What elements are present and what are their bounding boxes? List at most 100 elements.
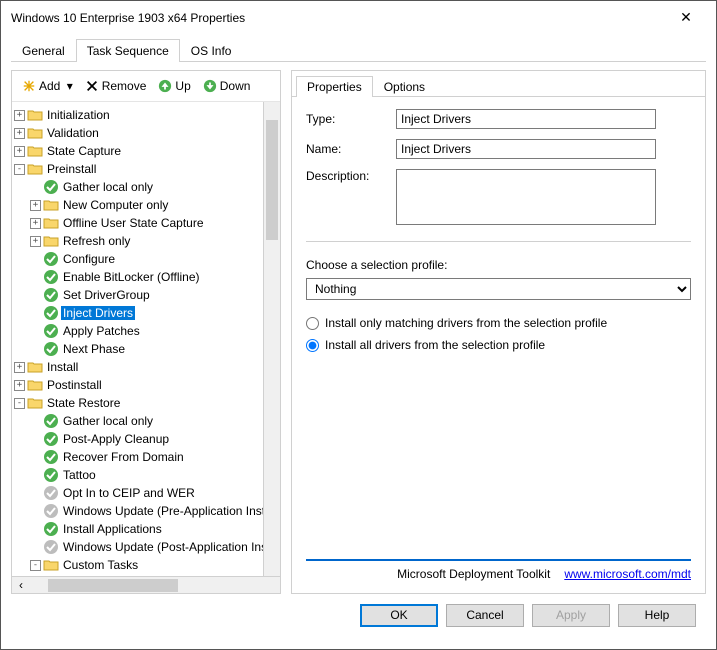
tree-item[interactable]: State Restore — [45, 396, 122, 410]
check-icon — [43, 431, 59, 447]
tree-item[interactable]: Install — [45, 360, 80, 374]
add-icon — [22, 79, 36, 93]
tree-item[interactable]: Install Applications — [61, 522, 164, 536]
radio-matching[interactable]: Install only matching drivers from the s… — [306, 316, 691, 330]
footer-link[interactable]: www.microsoft.com/mdt — [564, 567, 691, 581]
tree-item[interactable]: Recover From Domain — [61, 450, 186, 464]
tree-item[interactable]: Inject Drivers — [61, 306, 135, 320]
expand-icon[interactable]: + — [14, 362, 25, 373]
tree-item[interactable]: Custom Tasks — [61, 558, 140, 572]
expand-icon — [30, 182, 41, 193]
folder-icon — [43, 557, 59, 573]
expand-icon — [30, 290, 41, 301]
tree-item[interactable]: Gather local only — [61, 180, 155, 194]
toolbar: Add ▾ Remove Up Down — [12, 71, 280, 102]
check-icon — [43, 449, 59, 465]
tree-item[interactable]: Offline User State Capture — [61, 216, 206, 230]
window-title: Windows 10 Enterprise 1903 x64 Propertie… — [11, 11, 245, 25]
tree-view[interactable]: + Initialization + Validation + State Capture… — [12, 102, 280, 576]
selection-profile-label: Choose a selection profile: — [306, 258, 691, 272]
expand-icon — [30, 254, 41, 265]
close-icon[interactable]: ✕ — [666, 9, 706, 26]
expand-icon[interactable]: + — [30, 200, 41, 211]
tab-task-sequence[interactable]: Task Sequence — [76, 39, 180, 62]
expand-icon — [30, 542, 41, 553]
tree-item[interactable]: Post-Apply Cleanup — [61, 432, 171, 446]
tree-item[interactable]: Gather local only — [61, 414, 155, 428]
tree-item[interactable]: New Computer only — [61, 198, 170, 212]
cancel-button[interactable]: Cancel — [446, 604, 524, 627]
apply-button[interactable]: Apply — [532, 604, 610, 627]
folder-icon — [27, 107, 43, 123]
expand-icon[interactable]: - — [14, 164, 25, 175]
expand-icon[interactable]: - — [14, 398, 25, 409]
folder-icon — [27, 359, 43, 375]
tree-item[interactable]: Postinstall — [45, 378, 104, 392]
expand-icon — [30, 488, 41, 499]
tab-options[interactable]: Options — [373, 76, 436, 97]
tree-item[interactable]: Set DriverGroup — [61, 288, 152, 302]
expand-icon — [30, 434, 41, 445]
tree-item[interactable]: Windows Update (Pre-Application Inst — [61, 504, 267, 518]
vertical-scrollbar[interactable] — [263, 102, 280, 576]
tab-properties[interactable]: Properties — [296, 76, 373, 97]
check-icon — [43, 521, 59, 537]
gray-icon — [43, 503, 59, 519]
expand-icon — [30, 506, 41, 517]
tree-item[interactable]: Refresh only — [61, 234, 132, 248]
folder-icon — [43, 197, 59, 213]
remove-button[interactable]: Remove — [81, 77, 151, 95]
up-icon — [158, 79, 172, 93]
check-icon — [43, 179, 59, 195]
expand-icon[interactable]: + — [14, 146, 25, 157]
name-field[interactable] — [396, 139, 656, 159]
check-icon — [43, 467, 59, 483]
folder-icon — [27, 377, 43, 393]
tree-item[interactable]: State Capture — [45, 144, 123, 158]
main-tabs: General Task Sequence OS Info — [11, 38, 706, 62]
folder-icon — [43, 233, 59, 249]
expand-icon[interactable]: + — [30, 218, 41, 229]
down-button[interactable]: Down — [199, 77, 255, 95]
tab-os-info[interactable]: OS Info — [180, 39, 243, 62]
radio-all[interactable]: Install all drivers from the selection p… — [306, 338, 691, 352]
expand-icon[interactable]: - — [30, 560, 41, 571]
description-field[interactable] — [396, 169, 656, 225]
tree-item[interactable]: Enable BitLocker (Offline) — [61, 270, 202, 284]
up-button[interactable]: Up — [154, 77, 194, 95]
expand-icon — [30, 308, 41, 319]
tree-item[interactable]: Initialization — [45, 108, 112, 122]
expand-icon — [30, 344, 41, 355]
tree-item[interactable]: Preinstall — [45, 162, 98, 176]
tree-item[interactable]: Windows Update (Post-Application Ins — [61, 540, 269, 554]
tree-item[interactable]: Opt In to CEIP and WER — [61, 486, 197, 500]
type-label: Type: — [306, 112, 396, 126]
check-icon — [43, 269, 59, 285]
folder-icon — [43, 215, 59, 231]
type-field — [396, 109, 656, 129]
expand-icon — [30, 272, 41, 283]
tree-item[interactable]: Next Phase — [61, 342, 127, 356]
selection-profile-dropdown[interactable]: Nothing — [306, 278, 691, 300]
expand-icon[interactable]: + — [14, 110, 25, 121]
folder-icon — [27, 143, 43, 159]
expand-icon — [30, 470, 41, 481]
tab-general[interactable]: General — [11, 39, 76, 62]
tree-item[interactable]: Validation — [45, 126, 101, 140]
name-label: Name: — [306, 142, 396, 156]
add-button[interactable]: Add ▾ — [18, 77, 77, 95]
folder-icon — [27, 161, 43, 177]
expand-icon[interactable]: + — [14, 128, 25, 139]
ok-button[interactable]: OK — [360, 604, 438, 627]
left-panel: Add ▾ Remove Up Down + Initialization + Val… — [11, 70, 281, 594]
expand-icon[interactable]: + — [30, 236, 41, 247]
expand-icon[interactable]: + — [14, 380, 25, 391]
horizontal-scrollbar[interactable]: ‹ — [12, 576, 280, 593]
expand-icon — [30, 416, 41, 427]
tree-item[interactable]: Apply Patches — [61, 324, 142, 338]
expand-icon — [30, 326, 41, 337]
help-button[interactable]: Help — [618, 604, 696, 627]
tree-item[interactable]: Tattoo — [61, 468, 98, 482]
check-icon — [43, 251, 59, 267]
tree-item[interactable]: Configure — [61, 252, 117, 266]
